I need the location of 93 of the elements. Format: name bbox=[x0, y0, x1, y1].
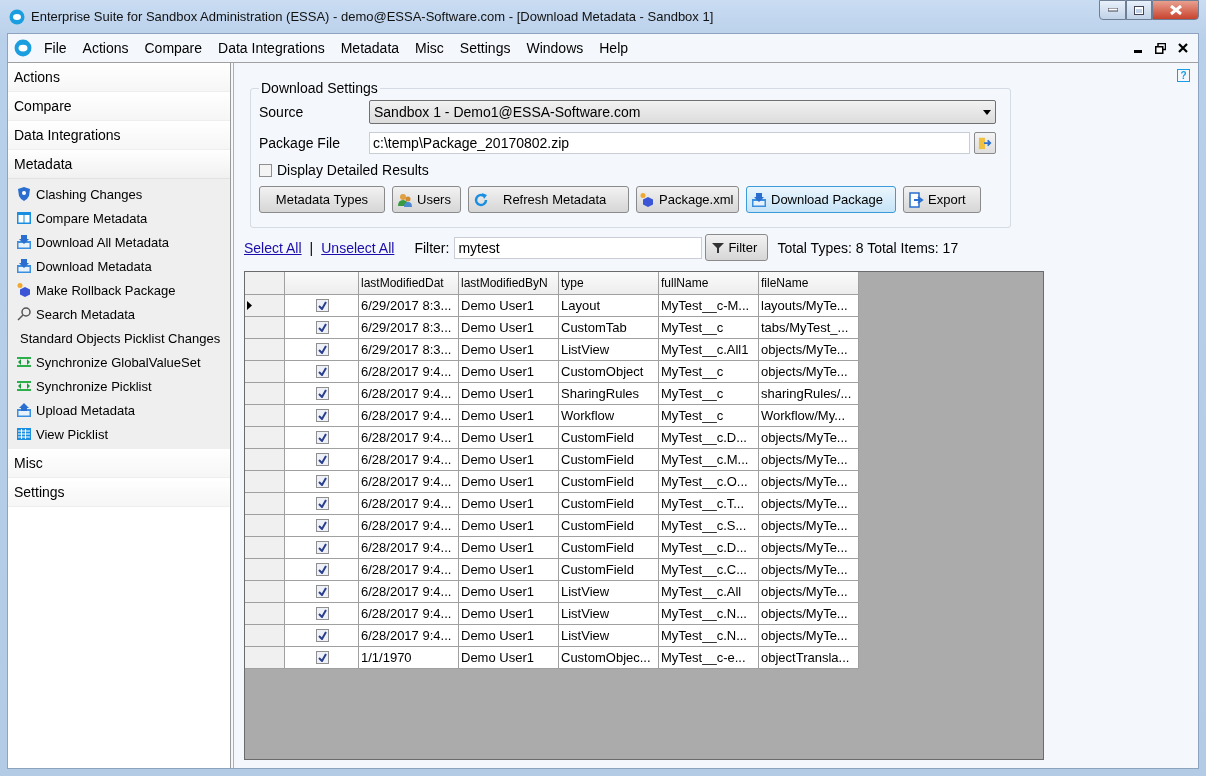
row-checkbox[interactable] bbox=[316, 563, 329, 576]
app-logo-icon bbox=[9, 8, 25, 25]
table-cell: objectTransla... bbox=[759, 647, 859, 669]
field-label: Package File bbox=[259, 135, 341, 151]
filter-button[interactable]: Filter bbox=[705, 234, 769, 261]
sidebar-item[interactable]: Download Metadata bbox=[8, 254, 230, 278]
upload-icon bbox=[16, 402, 32, 418]
minimize-icon bbox=[1107, 8, 1118, 12]
sidebar-item[interactable]: Synchronize GlobalValueSet bbox=[8, 350, 230, 374]
menu-item[interactable]: Settings bbox=[451, 40, 519, 56]
cube-icon bbox=[639, 191, 655, 208]
refresh-icon bbox=[473, 191, 489, 208]
detailed-results-checkbox[interactable]: Display Detailed Results bbox=[259, 162, 996, 178]
group-title: Download Settings bbox=[260, 80, 379, 96]
sidebar-item[interactable]: Compare Metadata bbox=[8, 206, 230, 230]
table-cell: MyTest__c-e... bbox=[659, 647, 759, 669]
sidebar-item[interactable]: Synchronize Picklist bbox=[8, 374, 230, 398]
table-cell: 1/1/1970 bbox=[359, 647, 459, 669]
toolbar-button[interactable]: Export bbox=[903, 186, 981, 213]
separator-text: | bbox=[309, 239, 314, 256]
row-header[interactable] bbox=[245, 295, 285, 317]
users-icon bbox=[397, 191, 413, 208]
row-checkbox[interactable] bbox=[316, 475, 329, 488]
sidebar-item[interactable]: Clashing Changes bbox=[8, 182, 230, 206]
field-label: Source bbox=[259, 104, 305, 120]
row-checkbox[interactable] bbox=[316, 585, 329, 598]
shield-icon bbox=[16, 186, 32, 202]
sidebar-item[interactable]: Make Rollback Package bbox=[8, 278, 230, 302]
row-checkbox[interactable] bbox=[316, 607, 329, 620]
row-checkbox[interactable] bbox=[316, 519, 329, 532]
sidebar-item[interactable]: Standard Objects Picklist Changes bbox=[8, 326, 230, 350]
toolbar-button[interactable]: Users bbox=[392, 186, 461, 213]
row-checkbox[interactable] bbox=[316, 629, 329, 642]
menu-item[interactable]: Metadata bbox=[332, 40, 408, 56]
menu-item[interactable]: Misc bbox=[407, 40, 452, 56]
sync-icon bbox=[16, 354, 32, 370]
maximize-button[interactable] bbox=[1126, 0, 1152, 20]
totals-text: Total Types: 8 Total Items: 17 bbox=[777, 239, 959, 256]
table-cell: Demo User1 bbox=[459, 647, 559, 669]
folder-icon bbox=[978, 136, 992, 150]
search-icon bbox=[16, 306, 32, 322]
unselect-all-link[interactable]: Unselect All bbox=[321, 239, 395, 256]
app-logo-icon[interactable] bbox=[14, 39, 32, 57]
table-cell: CustomObjec... bbox=[559, 647, 659, 669]
maximize-icon bbox=[1134, 5, 1144, 15]
row-checkbox[interactable] bbox=[316, 431, 329, 444]
download-icon bbox=[16, 234, 32, 250]
minimize-button[interactable] bbox=[1099, 0, 1126, 20]
row-checkbox[interactable] bbox=[316, 409, 329, 422]
select-all-link[interactable]: Select All bbox=[244, 239, 302, 256]
sidebar-item[interactable]: Download All Metadata bbox=[8, 230, 230, 254]
sidebar-item[interactable]: View Picklist bbox=[8, 422, 230, 446]
toolbar-button[interactable]: Refresh Metadata bbox=[468, 186, 629, 213]
toolbar-button[interactable]: Package.xml bbox=[636, 186, 739, 213]
columns-icon bbox=[16, 210, 32, 226]
filter-icon bbox=[712, 241, 725, 254]
row-checkbox[interactable] bbox=[316, 299, 329, 312]
sync-icon bbox=[16, 378, 32, 394]
close-button[interactable] bbox=[1152, 0, 1199, 20]
menu-item[interactable]: Help bbox=[591, 40, 637, 56]
menu-item[interactable]: File bbox=[36, 40, 75, 56]
row-checkbox[interactable] bbox=[316, 365, 329, 378]
sidebar-item[interactable]: Search Metadata bbox=[8, 302, 230, 326]
download-icon bbox=[751, 191, 767, 208]
browse-button[interactable] bbox=[974, 132, 996, 154]
menu-item[interactable]: Compare bbox=[136, 40, 211, 56]
filter-label: Filter: bbox=[414, 239, 450, 256]
caret-icon bbox=[983, 109, 991, 115]
sidebar-item[interactable]: Upload Metadata bbox=[8, 398, 230, 422]
row-checkbox[interactable] bbox=[316, 453, 329, 466]
table-icon bbox=[16, 426, 32, 442]
download-icon bbox=[16, 258, 32, 274]
row-checkbox[interactable] bbox=[316, 651, 329, 664]
close-icon bbox=[1169, 5, 1182, 15]
filter-field[interactable]: mytest bbox=[454, 236, 703, 259]
window-title: Enterprise Suite for Sandbox Administration (ESSA) - demo@ESSA-Software.com - [Download Metadata - Sandbox 1] bbox=[31, 9, 715, 24]
export-icon bbox=[908, 191, 924, 208]
close-icon[interactable] bbox=[1178, 43, 1188, 53]
row-checkbox[interactable] bbox=[316, 387, 329, 400]
row-checkbox[interactable] bbox=[316, 343, 329, 356]
cube-icon bbox=[16, 282, 32, 298]
toolbar-button[interactable]: Download Package bbox=[746, 186, 896, 213]
row-checkbox[interactable] bbox=[316, 541, 329, 554]
row-checkbox[interactable] bbox=[316, 321, 329, 334]
menu-item[interactable]: Windows bbox=[518, 40, 592, 56]
menu-item[interactable]: Actions bbox=[74, 40, 137, 56]
current-row-icon bbox=[247, 301, 252, 310]
menu-item[interactable]: Data Integrations bbox=[210, 40, 333, 56]
source-dropdown[interactable]: Sandbox 1 - Demo1@ESSA-Software.com bbox=[369, 100, 996, 124]
restore-icon[interactable] bbox=[1155, 42, 1166, 54]
toolbar-button[interactable]: Metadata Types bbox=[259, 186, 385, 213]
package-file-field[interactable]: c:\temp\Package_20170802.zip bbox=[369, 132, 970, 154]
row-checkbox[interactable] bbox=[316, 497, 329, 510]
